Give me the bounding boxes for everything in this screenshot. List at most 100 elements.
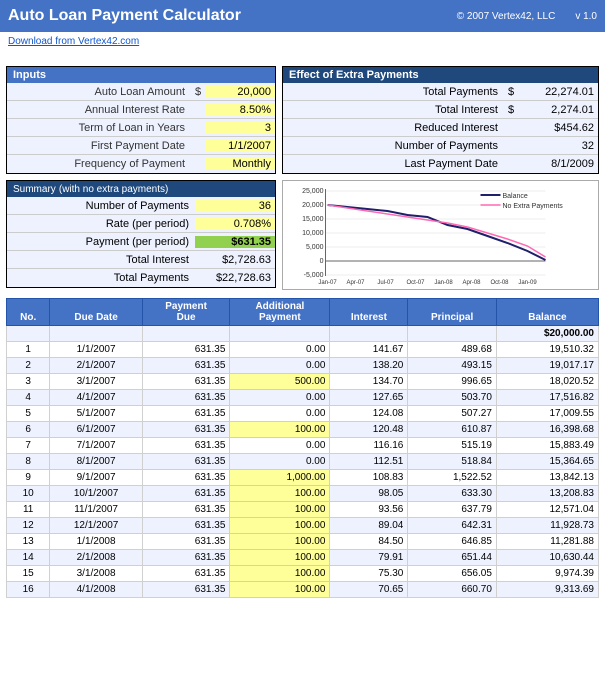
svg-text:0: 0 xyxy=(320,258,324,265)
total-payments-effect-label: Total Payments xyxy=(283,85,504,99)
payment-value: $631.35 xyxy=(195,236,275,248)
col-header-principal: Principal xyxy=(408,299,497,326)
effect-header: Effect of Extra Payments xyxy=(283,67,598,83)
chart-area: 25,000 20,000 15,000 10,000 5,000 0 -5,0… xyxy=(282,180,599,290)
svg-text:Oct-07: Oct-07 xyxy=(406,280,425,286)
spreadsheet: Auto Loan Payment Calculator © 2007 Vert… xyxy=(0,0,605,602)
num-payments-value: 36 xyxy=(195,200,275,212)
last-payment-label: Last Payment Date xyxy=(283,157,504,171)
total-interest-row: Total Interest $2,728.63 xyxy=(7,251,275,269)
svg-text:Oct-08: Oct-08 xyxy=(490,280,509,286)
total-interest-label: Total Interest xyxy=(7,253,195,267)
total-interest-effect-row: Total Interest $ 2,274.01 xyxy=(283,101,598,119)
total-payments-row: Total Payments $22,728.63 xyxy=(7,269,275,287)
payment-row: Payment (per period) $631.35 xyxy=(7,233,275,251)
total-interest-value: $2,728.63 xyxy=(195,254,275,266)
num-payments-label: Number of Payments xyxy=(7,199,195,213)
svg-text:Jan-09: Jan-09 xyxy=(518,280,537,286)
initial-balance-row: $20,000.00 xyxy=(7,326,599,342)
col-header-no: No. xyxy=(7,299,50,326)
table-row: 99/1/2007631.351,000.00108.831,522.5213,… xyxy=(7,470,599,486)
col-header-payment-due: PaymentDue xyxy=(142,299,230,326)
svg-text:Jan-07: Jan-07 xyxy=(318,280,337,286)
inputs-header: Inputs xyxy=(7,67,275,83)
summary-header: Summary (with no extra payments) xyxy=(7,181,275,197)
table-row: 11/1/2007631.350.00141.67489.6819,510.32 xyxy=(7,342,599,358)
col-header-interest: Interest xyxy=(330,299,408,326)
payment-table: No. Due Date PaymentDue AdditionalPaymen… xyxy=(6,298,599,598)
table-row: 77/1/2007631.350.00116.16515.1915,883.49 xyxy=(7,438,599,454)
svg-text:Jan-08: Jan-08 xyxy=(434,280,453,286)
loan-amount-label: Auto Loan Amount xyxy=(7,85,191,99)
svg-text:10,000: 10,000 xyxy=(302,230,324,237)
svg-text:15,000: 15,000 xyxy=(302,216,324,223)
download-link[interactable]: Download from Vertex42.com xyxy=(8,36,139,47)
copyright: © 2007 Vertex42, LLC xyxy=(457,11,556,22)
frequency-label: Frequency of Payment xyxy=(7,157,191,171)
table-row: 88/1/2007631.350.00112.51518.8415,364.65 xyxy=(7,454,599,470)
title-bar: Auto Loan Payment Calculator © 2007 Vert… xyxy=(0,0,605,32)
summary-subtitle: (with no extra payments) xyxy=(59,184,169,195)
table-row: 55/1/2007631.350.00124.08507.2717,009.55 xyxy=(7,406,599,422)
first-payment-label: First Payment Date xyxy=(7,139,191,153)
interest-rate-row: Annual Interest Rate 8.50% xyxy=(7,101,275,119)
main-content: Inputs Auto Loan Amount $ 20,000 Annual … xyxy=(0,62,605,298)
total-payments-label: Total Payments xyxy=(7,271,195,285)
table-header-row: No. Due Date PaymentDue AdditionalPaymen… xyxy=(7,299,599,326)
interest-rate-label: Annual Interest Rate xyxy=(7,103,191,117)
svg-text:Jul-07: Jul-07 xyxy=(377,280,394,286)
table-row: 164/1/2008631.35100.0070.65660.709,313.6… xyxy=(7,582,599,598)
svg-text:20,000: 20,000 xyxy=(302,202,324,209)
table-row: 1111/1/2007631.35100.0093.56637.7912,571… xyxy=(7,502,599,518)
initial-no xyxy=(7,326,50,342)
rate-value: 0.708% xyxy=(195,218,275,230)
initial-principal xyxy=(408,326,497,342)
svg-text:5,000: 5,000 xyxy=(306,244,324,251)
term-row: Term of Loan in Years 3 xyxy=(7,119,275,137)
rate-row: Rate (per period) 0.708% xyxy=(7,215,275,233)
frequency-value[interactable]: Monthly xyxy=(205,158,275,170)
summary-section: Summary (with no extra payments) Number … xyxy=(6,180,276,288)
svg-text:Apr-08: Apr-08 xyxy=(462,280,481,286)
total-interest-effect-dollar: $ xyxy=(504,104,518,116)
total-interest-effect-value: 2,274.01 xyxy=(518,104,598,116)
initial-payment xyxy=(142,326,230,342)
interest-rate-value[interactable]: 8.50% xyxy=(205,104,275,116)
num-payments-effect-row: Number of Payments 32 xyxy=(283,137,598,155)
svg-text:Apr-07: Apr-07 xyxy=(346,280,365,286)
table-row: 131/1/2008631.35100.0084.50646.8511,281.… xyxy=(7,534,599,550)
download-row: Download from Vertex42.com xyxy=(0,32,605,50)
svg-text:-5,000: -5,000 xyxy=(304,272,324,279)
total-interest-effect-label: Total Interest xyxy=(283,103,504,117)
inputs-section: Inputs Auto Loan Amount $ 20,000 Annual … xyxy=(6,66,276,174)
svg-text:Balance: Balance xyxy=(503,193,528,200)
header-right: © 2007 Vertex42, LLC v 1.0 xyxy=(457,11,597,22)
col-header-balance: Balance xyxy=(496,299,598,326)
chart-svg: 25,000 20,000 15,000 10,000 5,000 0 -5,0… xyxy=(283,181,598,289)
table-row: 1010/1/2007631.35100.0098.05633.3013,208… xyxy=(7,486,599,502)
table-row: 66/1/2007631.35100.00120.48610.8716,398.… xyxy=(7,422,599,438)
first-payment-value[interactable]: 1/1/2007 xyxy=(205,140,275,152)
num-payments-row: Number of Payments 36 xyxy=(7,197,275,215)
effect-section: Effect of Extra Payments Total Payments … xyxy=(282,66,599,174)
initial-additional xyxy=(230,326,330,342)
table-row: 44/1/2007631.350.00127.65503.7017,516.82 xyxy=(7,390,599,406)
data-table-wrapper: No. Due Date PaymentDue AdditionalPaymen… xyxy=(0,298,605,602)
table-row: 153/1/2008631.35100.0075.30656.059,974.3… xyxy=(7,566,599,582)
col-header-due-date: Due Date xyxy=(50,299,142,326)
last-payment-row: Last Payment Date 8/1/2009 xyxy=(283,155,598,173)
rate-label: Rate (per period) xyxy=(7,217,195,231)
loan-amount-value[interactable]: 20,000 xyxy=(205,86,275,98)
reduced-interest-row: Reduced Interest $454.62 xyxy=(283,119,598,137)
last-payment-value: 8/1/2009 xyxy=(518,158,598,170)
svg-text:No Extra Payments: No Extra Payments xyxy=(503,203,564,210)
initial-balance: $20,000.00 xyxy=(496,326,598,342)
total-payments-effect-row: Total Payments $ 22,274.01 xyxy=(283,83,598,101)
col-header-additional: AdditionalPayment xyxy=(230,299,330,326)
right-panel: Effect of Extra Payments Total Payments … xyxy=(282,66,599,294)
version: v 1.0 xyxy=(575,11,597,22)
reduced-interest-label: Reduced Interest xyxy=(283,121,504,135)
term-value[interactable]: 3 xyxy=(205,122,275,134)
initial-date xyxy=(50,326,142,342)
loan-amount-row: Auto Loan Amount $ 20,000 xyxy=(7,83,275,101)
